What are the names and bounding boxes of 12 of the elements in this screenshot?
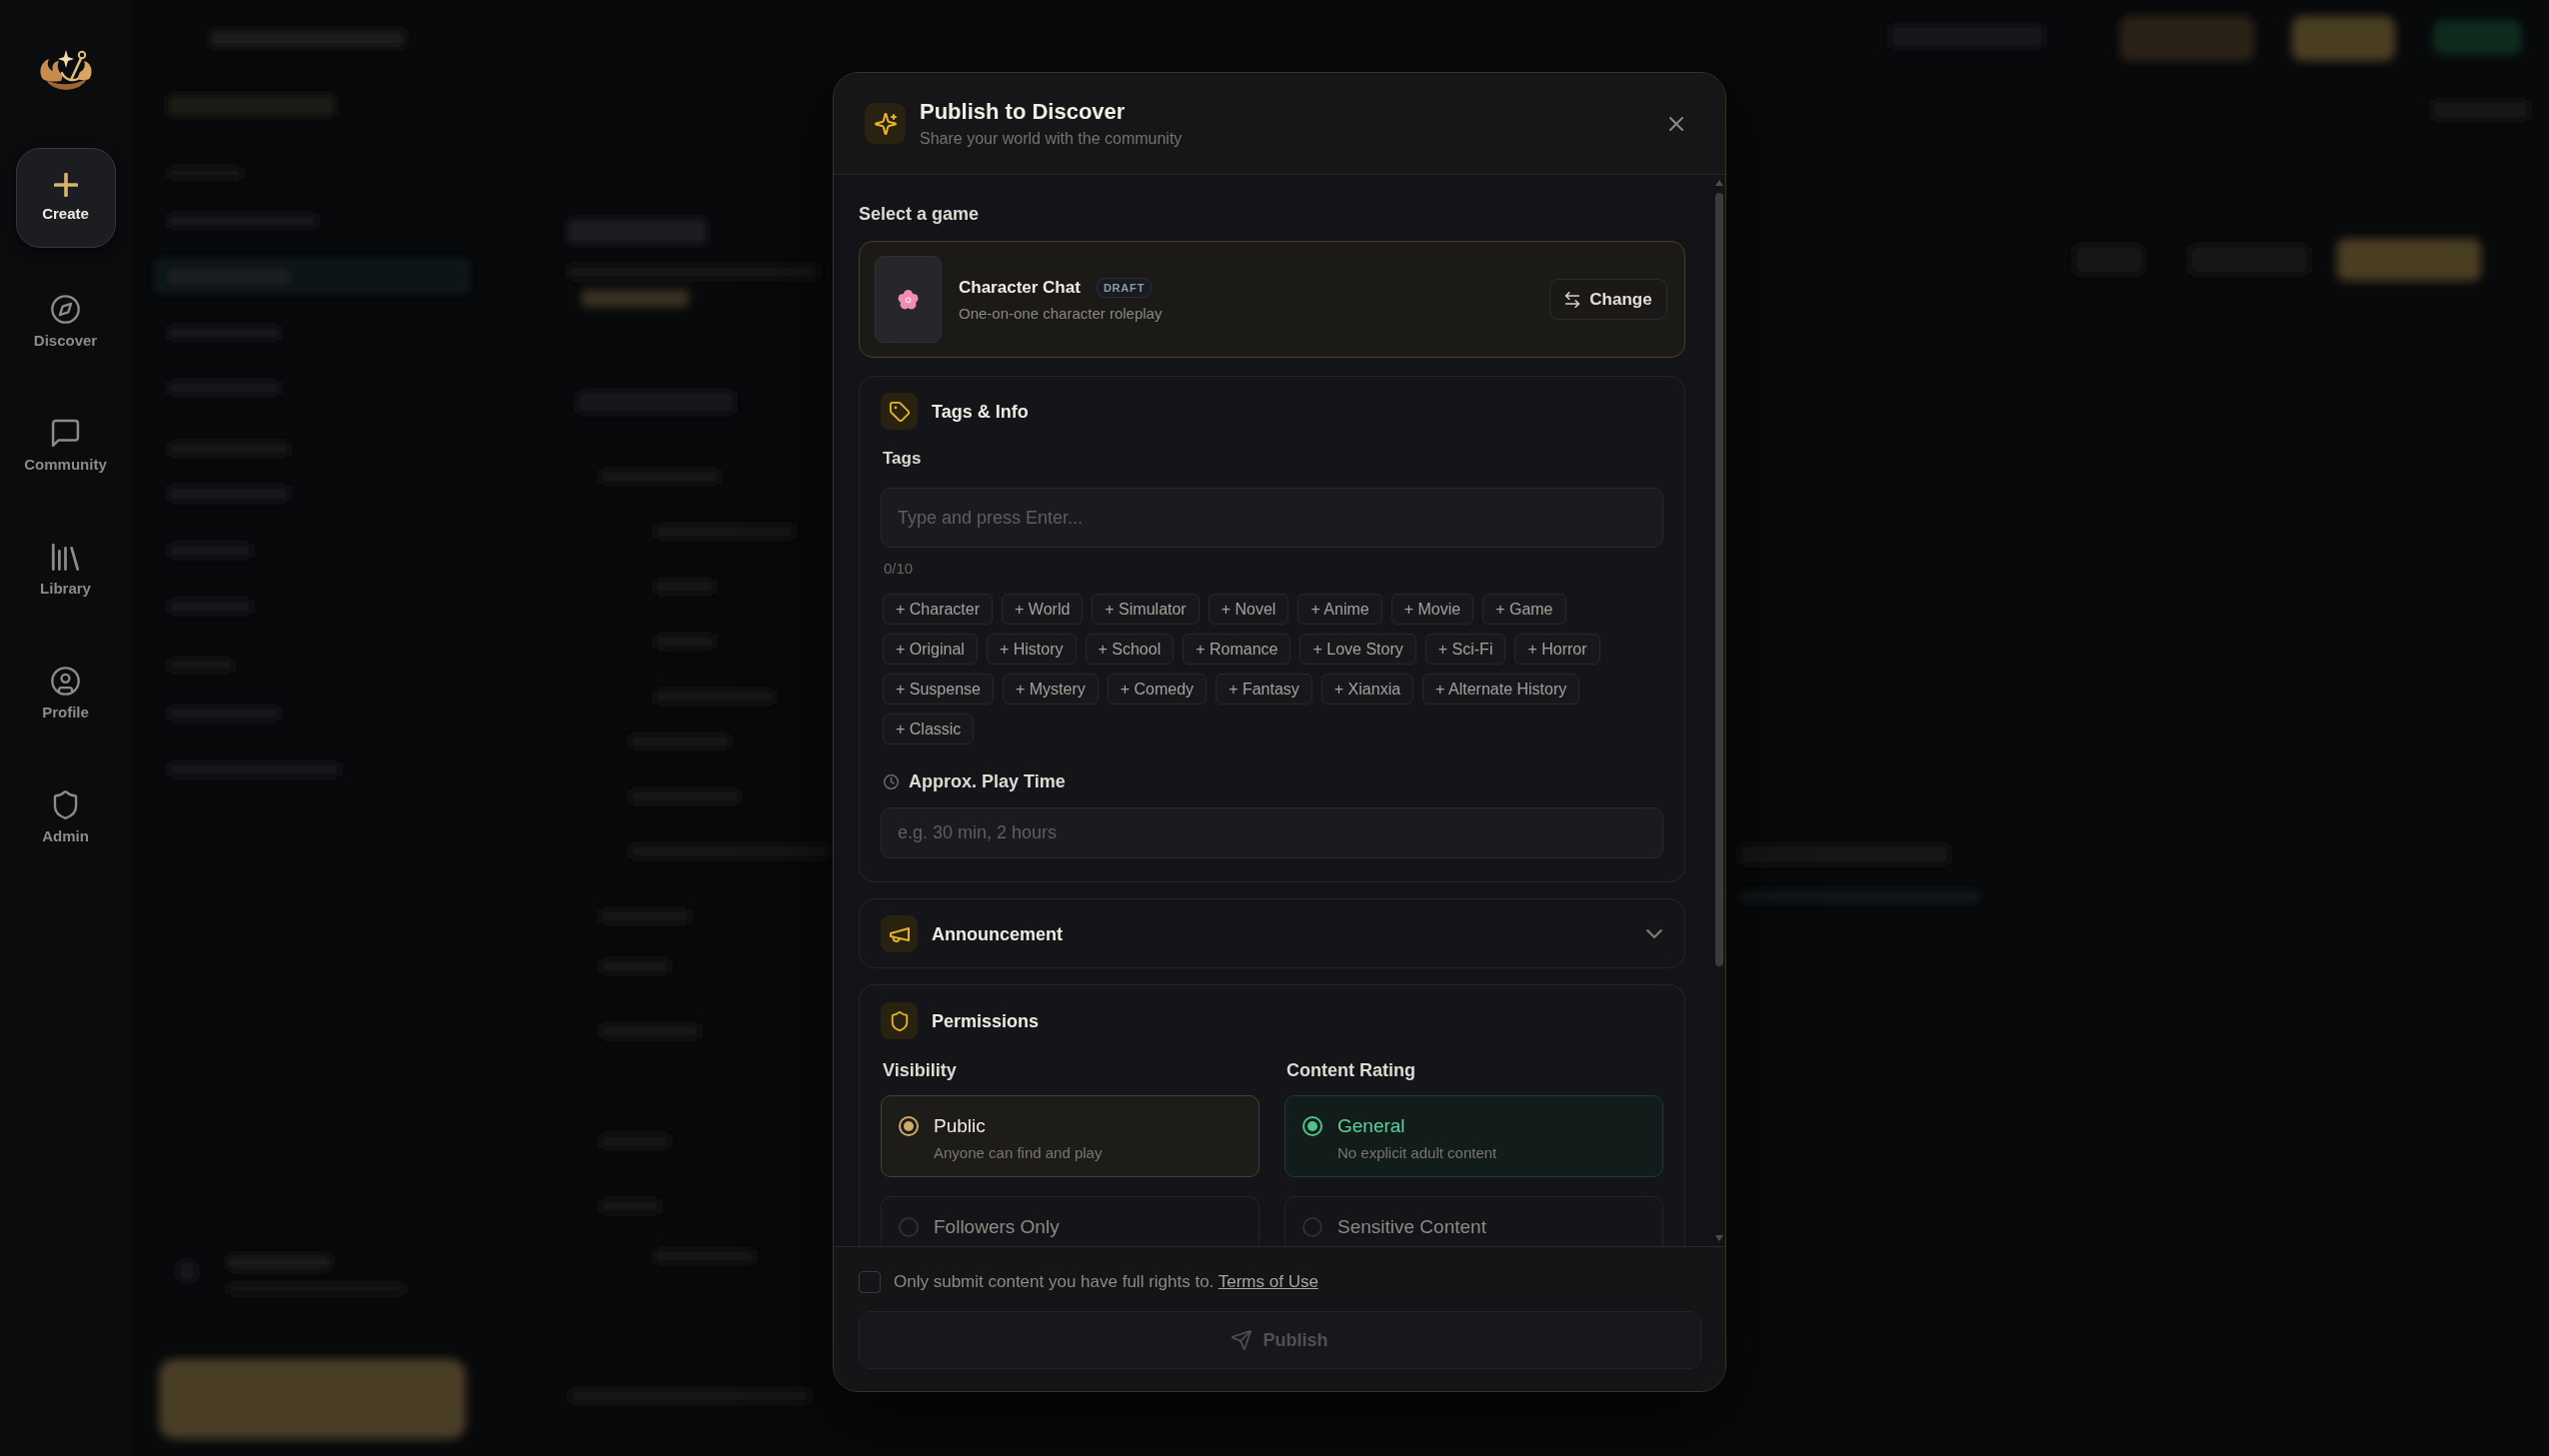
speech-bubble-icon xyxy=(51,418,80,448)
compass-icon xyxy=(51,294,80,324)
sidebar-item[interactable]: Community xyxy=(15,396,116,496)
plus-icon xyxy=(53,173,78,197)
user-circle-icon xyxy=(51,666,80,696)
sidebar-item[interactable]: Create xyxy=(15,148,116,248)
sidebar-item[interactable]: Library xyxy=(15,520,116,620)
books-icon xyxy=(51,542,80,572)
shield-icon xyxy=(51,789,80,819)
sidebar-item[interactable]: Admin xyxy=(15,767,116,867)
sidebar-item[interactable]: Profile xyxy=(15,644,116,743)
sidebar-item[interactable]: Discover xyxy=(15,272,116,372)
